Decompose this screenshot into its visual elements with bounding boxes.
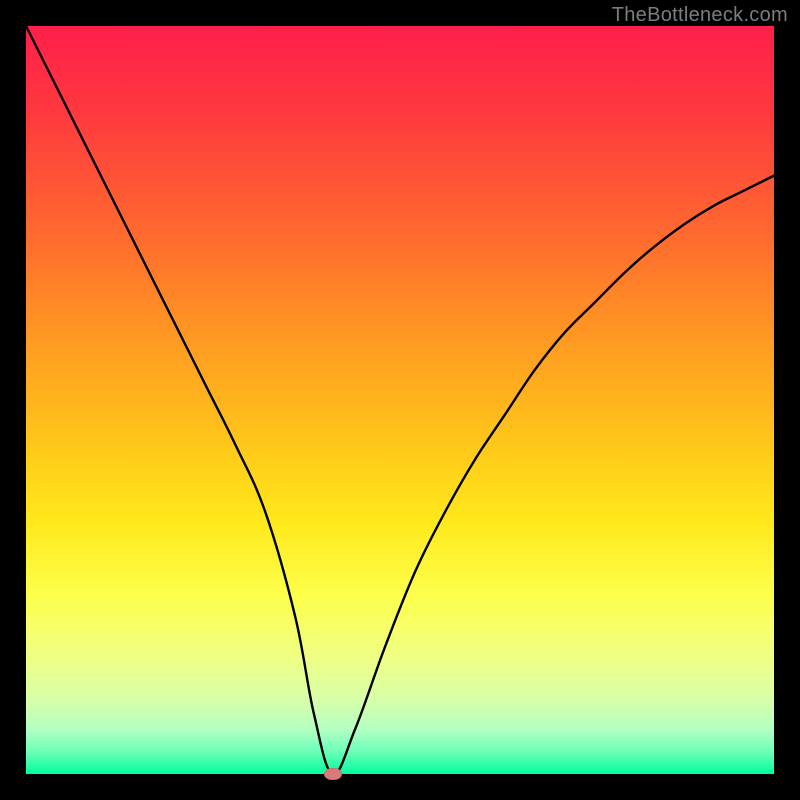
bottleneck-curve-path bbox=[26, 26, 774, 774]
watermark-text: TheBottleneck.com bbox=[612, 4, 788, 27]
chart-frame: TheBottleneck.com bbox=[0, 0, 800, 800]
bottleneck-curve bbox=[26, 26, 774, 774]
minimum-marker bbox=[324, 768, 342, 780]
